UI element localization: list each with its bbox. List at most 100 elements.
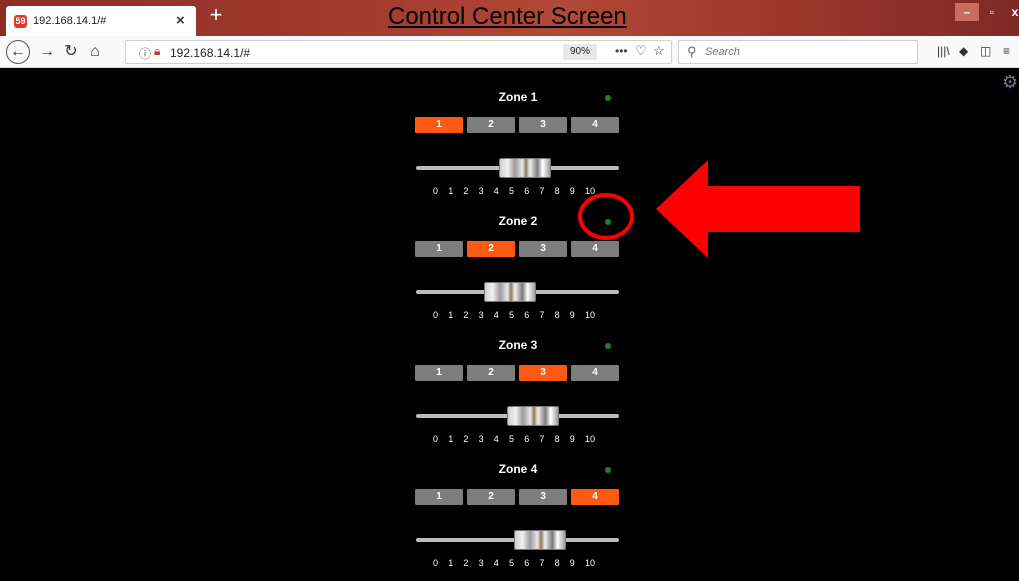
slider-tick-label: 10	[585, 558, 596, 568]
zone-status-indicator	[605, 95, 611, 101]
address-bar[interactable]: ⓘ 🔒︎ 192.168.14.1/# 90% ••• ♡ ☆	[125, 40, 672, 64]
slider-tick-labels: 0 1 2 3 4 5 6 7 8 9 10	[433, 310, 623, 322]
zone-4-slider-thumb[interactable]	[514, 530, 567, 550]
zone-2-button-1[interactable]: 1	[415, 241, 463, 257]
navigation-bar: ← → ↻ ⌂ ⓘ 🔒︎ 192.168.14.1/# 90% ••• ♡ ☆ …	[0, 36, 1019, 68]
slider-tick-label: 6	[524, 186, 530, 196]
slider-tick-label: 4	[493, 186, 499, 196]
zone-3-button-4[interactable]: 4	[571, 365, 619, 381]
slider-tick-label: 5	[509, 310, 515, 320]
slider-tick-label: 0	[433, 186, 439, 196]
zone-2-button-4[interactable]: 4	[571, 241, 619, 257]
zone-1-button-3[interactable]: 3	[519, 117, 567, 133]
zone-4-button-1[interactable]: 1	[415, 489, 463, 505]
slider-tick-label: 6	[524, 310, 530, 320]
slider-tick-label: 2	[463, 558, 469, 568]
title-bar: 59 192.168.14.1/# × + Control Center Scr…	[0, 0, 1019, 36]
insecure-lock-icon: 🔒︎	[154, 44, 161, 58]
zone-4-button-2[interactable]: 2	[467, 489, 515, 505]
zone-title: Zone 3	[498, 338, 538, 352]
slider-tick-label: 4	[493, 434, 499, 444]
zone-4-panel: Zone 4 1 2 3 4 0 1 2 3 4 5 6 7 8 9 10	[415, 448, 621, 574]
tab-title: 192.168.14.1/#	[33, 15, 107, 27]
search-bar[interactable]: ⚲	[678, 40, 918, 64]
zone-2-button-2[interactable]: 2	[467, 241, 515, 257]
annotation-arrow-icon	[656, 160, 860, 258]
zone-1-panel: Zone 1 1 2 3 4 0 1 2 3 4 5 6 7 8 9 10	[415, 76, 621, 202]
slider-tick-label: 0	[433, 434, 439, 444]
search-icon: ⚲	[687, 44, 697, 59]
slider-tick-label: 7	[539, 310, 545, 320]
browser-tab[interactable]: 59 192.168.14.1/# ×	[6, 6, 196, 36]
zone-2-slider-thumb[interactable]	[483, 282, 536, 302]
tab-favicon-icon: 59	[14, 15, 27, 28]
library-icon[interactable]: |||\	[937, 44, 950, 58]
slider-tick-label: 10	[585, 310, 596, 320]
slider-tick-label: 6	[524, 434, 530, 444]
forward-arrow-icon[interactable]: →	[36, 41, 58, 63]
zone-1-button-1[interactable]: 1	[415, 117, 463, 133]
slider-tick-labels: 0 1 2 3 4 5 6 7 8 9 10	[433, 434, 623, 446]
control-center-content: ⚙ Zone 1 1 2 3 4 0 1 2 3 4 5 6 7 8 9 10 Zone 2 1 2…	[0, 68, 1019, 581]
slider-tick-label: 8	[554, 558, 560, 568]
slider-tick-label: 5	[509, 558, 515, 568]
bookmark-star-icon[interactable]: ☆	[653, 43, 665, 59]
page-title: Control Center Screen	[388, 3, 627, 30]
zone-1-button-4[interactable]: 4	[571, 117, 619, 133]
zone-status-indicator	[605, 467, 611, 473]
plus-icon[interactable]: +	[205, 4, 227, 26]
zoom-indicator[interactable]: 90%	[563, 44, 597, 60]
slider-tick-label: 8	[554, 186, 560, 196]
zone-status-indicator	[605, 343, 611, 349]
minimize-icon[interactable]: –	[955, 3, 979, 21]
slider-tick-label: 3	[478, 186, 484, 196]
zone-3-button-2[interactable]: 2	[467, 365, 515, 381]
slider-tick-label: 3	[478, 434, 484, 444]
slider-tick-label: 3	[478, 310, 484, 320]
home-icon[interactable]: ⌂	[84, 41, 106, 63]
page-actions-icon[interactable]: •••	[615, 44, 628, 58]
search-input[interactable]	[705, 46, 905, 58]
slider-tick-label: 1	[448, 434, 454, 444]
zone-1-button-2[interactable]: 2	[467, 117, 515, 133]
slider-tick-label: 8	[554, 310, 560, 320]
slider-tick-label: 7	[539, 434, 545, 444]
slider-tick-label: 5	[509, 186, 515, 196]
extension-icon[interactable]: ◆	[959, 44, 968, 58]
slider-tick-label: 10	[585, 434, 596, 444]
pocket-icon[interactable]: ♡	[635, 43, 647, 59]
slider-tick-label: 1	[448, 186, 454, 196]
sidebar-icon[interactable]: ◫	[980, 44, 991, 58]
slider-tick-label: 3	[478, 558, 484, 568]
zone-title: Zone 1	[498, 90, 538, 104]
slider-tick-label: 8	[554, 434, 560, 444]
reload-icon[interactable]: ↻	[60, 41, 82, 63]
slider-tick-label: 7	[539, 186, 545, 196]
slider-tick-label: 9	[569, 310, 575, 320]
slider-tick-label: 1	[448, 310, 454, 320]
gear-icon[interactable]: ⚙	[1002, 72, 1019, 92]
slider-tick-label: 2	[463, 310, 469, 320]
slider-tick-label: 9	[569, 558, 575, 568]
zone-2-button-3[interactable]: 3	[519, 241, 567, 257]
slider-tick-label: 5	[509, 434, 515, 444]
zone-3-panel: Zone 3 1 2 3 4 0 1 2 3 4 5 6 7 8 9 10	[415, 324, 621, 450]
info-icon[interactable]: ⓘ	[139, 45, 151, 62]
slider-tick-label: 6	[524, 558, 530, 568]
zone-3-slider-thumb[interactable]	[506, 406, 559, 426]
close-window-icon[interactable]: x	[1003, 3, 1019, 21]
slider-tick-label: 0	[433, 310, 439, 320]
zone-3-button-1[interactable]: 1	[415, 365, 463, 381]
zone-title: Zone 4	[498, 462, 538, 476]
maximize-icon[interactable]: ▫	[980, 3, 1004, 21]
tab-close-icon[interactable]: ×	[176, 12, 185, 29]
slider-tick-label: 0	[433, 558, 439, 568]
zone-4-button-3[interactable]: 3	[519, 489, 567, 505]
zone-3-button-3[interactable]: 3	[519, 365, 567, 381]
back-arrow-icon[interactable]: ←	[6, 40, 30, 64]
slider-tick-label: 9	[569, 434, 575, 444]
menu-icon[interactable]: ≡	[1003, 44, 1010, 58]
url-text[interactable]: 192.168.14.1/#	[170, 46, 250, 60]
zone-4-button-4[interactable]: 4	[571, 489, 619, 505]
zone-1-slider-thumb[interactable]	[499, 158, 552, 178]
